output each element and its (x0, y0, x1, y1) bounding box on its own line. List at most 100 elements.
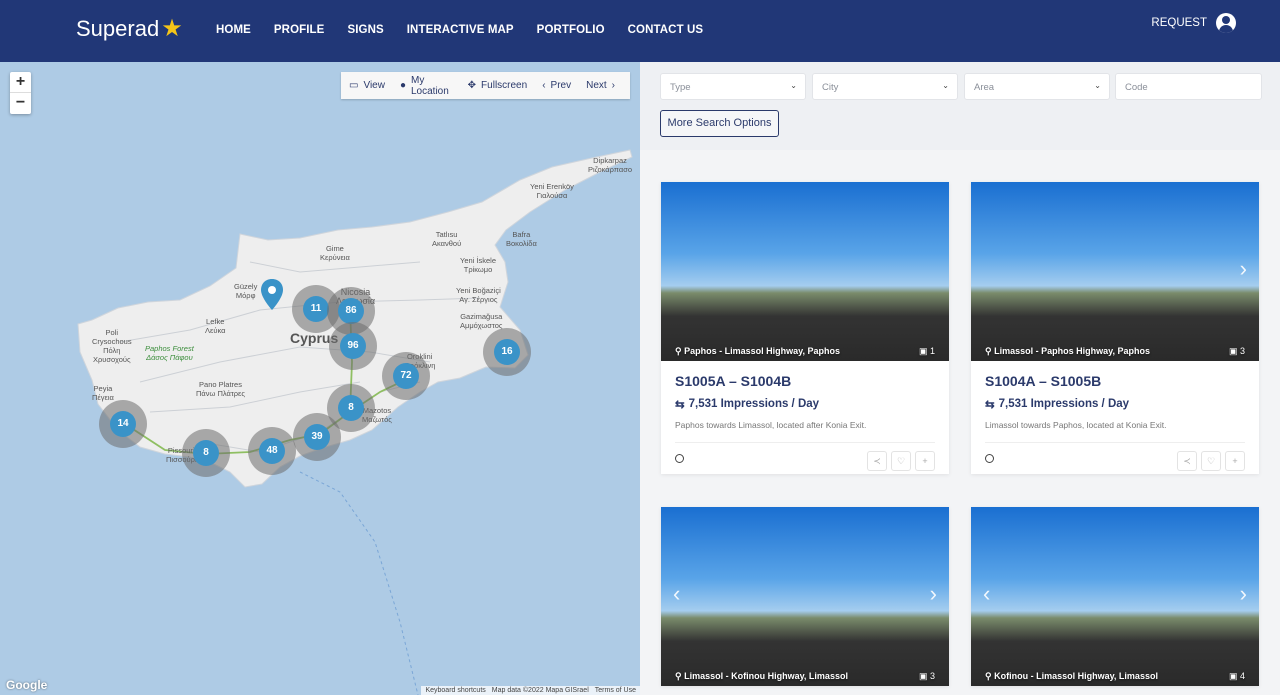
label-paphos-forest: Paphos Forest Δάσος Πάφου (145, 344, 194, 362)
sign-card[interactable]: ⚲ Paphos - Limassol Highway, Paphos ▣ 1 … (661, 182, 949, 474)
chevron-right-icon[interactable]: › (1240, 256, 1247, 282)
location-caption: ⚲ Paphos - Limassol Highway, Paphos (675, 346, 840, 356)
nav-signs[interactable]: SIGNS (347, 24, 383, 36)
map-cluster[interactable]: 72 (382, 352, 430, 400)
terms-link[interactable]: Terms of Use (595, 687, 636, 694)
google-logo: Google (6, 678, 48, 692)
keyboard-shortcuts-link[interactable]: Keyboard shortcuts (425, 687, 485, 694)
impressions: ⇆ 7,531 Impressions / Day (985, 398, 1130, 411)
photo-count: ▣ 3 (1228, 346, 1245, 356)
sign-title[interactable]: S1005A – S1004B (675, 373, 935, 389)
request-link[interactable]: REQUEST (1151, 13, 1236, 33)
area-select[interactable]: Area ⌄ (964, 73, 1110, 100)
map-cluster[interactable]: 14 (99, 400, 147, 448)
map-cluster[interactable]: 96 (329, 322, 377, 370)
main-nav: HOME PROFILE SIGNS INTERACTIVE MAP PORTF… (216, 24, 726, 36)
share-icon[interactable]: ≺ (867, 451, 887, 471)
code-input[interactable]: Code (1115, 73, 1262, 100)
label-tatlisu: Tatlısu Ακανθού (432, 230, 462, 248)
map-footer: Keyboard shortcuts Map data ©2022 Mapa G… (421, 686, 640, 695)
user-circle-icon (675, 454, 684, 463)
next-label: Next (586, 80, 607, 91)
sign-description: Limassol towards Paphos, located at Koni… (985, 420, 1167, 430)
nav-home[interactable]: HOME (216, 24, 251, 36)
city-select[interactable]: City ⌄ (812, 73, 958, 100)
chevron-down-icon: ⌄ (790, 81, 797, 90)
sign-photo[interactable]: › ⚲ Limassol - Paphos Highway, Paphos ▣ … (971, 182, 1259, 361)
arrows-icon: ✥ (467, 80, 477, 91)
label-dipkarpaz: Dipkarpaz Ριζοκάρπασο (588, 156, 633, 174)
label-yeni-erenkoy: Yeni Erenköy Γιαλούσα (530, 182, 574, 200)
chevron-down-icon: ⌄ (1094, 81, 1101, 90)
plus-icon[interactable]: + (915, 451, 935, 471)
fullscreen-button[interactable]: ✥ Fullscreen (468, 80, 528, 91)
zoom-out-button[interactable]: − (10, 93, 31, 114)
star-icon: ★ (161, 15, 183, 42)
sign-card[interactable]: ‹ › ⚲ Limassol - Kofinou Highway, Limass… (661, 507, 949, 686)
location-caption: ⚲ Limassol - Kofinou Highway, Limassol (675, 671, 848, 681)
card-footer: ≺ ♡ + (675, 442, 935, 474)
prev-label: Prev (550, 80, 572, 91)
chevron-left-icon[interactable]: ‹ (983, 581, 990, 607)
request-label: REQUEST (1151, 17, 1207, 29)
sign-photo[interactable]: ‹ › ⚲ Limassol - Kofinou Highway, Limass… (661, 507, 949, 686)
site-header: Superad ★ HOME PROFILE SIGNS INTERACTIVE… (0, 0, 1280, 62)
nav-portfolio[interactable]: PORTFOLIO (537, 24, 605, 36)
photo-count: ▣ 3 (918, 671, 935, 681)
label-peyia: Peyia Πέγεια (92, 384, 114, 402)
chevron-right-icon[interactable]: › (930, 581, 937, 607)
view-label: View (363, 80, 385, 91)
map-data-text: Map data ©2022 Mapa GISrael (491, 687, 589, 694)
sign-title[interactable]: S1004A – S1005B (985, 373, 1245, 389)
city-placeholder: City (822, 82, 839, 93)
next-button[interactable]: Next › (586, 80, 615, 91)
map-marker-icon: ● (399, 80, 406, 91)
sign-card[interactable]: › ⚲ Limassol - Paphos Highway, Paphos ▣ … (971, 182, 1259, 474)
label-yeni-iskele: Yeni İskele Τρίκωμο (460, 256, 496, 274)
user-icon[interactable] (1216, 13, 1236, 33)
logo-text: Superad (76, 16, 160, 41)
zoom-in-button[interactable]: + (10, 72, 31, 93)
label-gime: Gime Κερύνεια (320, 244, 350, 262)
my-location-button[interactable]: ● My Location (400, 75, 453, 97)
chevron-left-icon[interactable]: ‹ (673, 581, 680, 607)
search-filters: Type ⌄ City ⌄ Area ⌄ Code More Search Op… (640, 62, 1280, 150)
map-cluster[interactable]: 39 (293, 413, 341, 461)
sign-photo[interactable]: ⚲ Paphos - Limassol Highway, Paphos ▣ 1 (661, 182, 949, 361)
type-placeholder: Type (670, 82, 691, 93)
nav-contact-us[interactable]: CONTACT US (628, 24, 704, 36)
code-placeholder: Code (1125, 82, 1148, 93)
exchange-icon: ⇆ (985, 399, 995, 411)
location-pin-icon[interactable] (260, 278, 284, 312)
image-icon: ▭ (349, 80, 359, 91)
share-icon[interactable]: ≺ (1177, 451, 1197, 471)
sign-card[interactable]: ‹ › ⚲ Kofinou - Limassol Highway, Limass… (971, 507, 1259, 686)
plus-icon[interactable]: + (1225, 451, 1245, 471)
sign-photo[interactable]: ‹ › ⚲ Kofinou - Limassol Highway, Limass… (971, 507, 1259, 686)
more-search-options-button[interactable]: More Search Options (660, 110, 779, 137)
nav-interactive-map[interactable]: INTERACTIVE MAP (407, 24, 514, 36)
location-caption: ⚲ Kofinou - Limassol Highway, Limassol (985, 671, 1158, 681)
prev-button[interactable]: ‹ Prev (542, 80, 571, 91)
map-cluster[interactable]: 8 (182, 429, 230, 477)
map-cluster[interactable]: 16 (483, 328, 531, 376)
heart-icon[interactable]: ♡ (1201, 451, 1221, 471)
label-poli: Poli Crysochous Πόλη Χρυσοχούς (92, 328, 132, 364)
chevron-down-icon: ⌄ (942, 81, 949, 90)
label-gazimagusa: Gazimağusa Αμμόχωστος (460, 312, 503, 330)
ferry-route (299, 471, 419, 695)
logo[interactable]: Superad ★ (76, 16, 183, 42)
interactive-map[interactable]: Dipkarpaz Ριζοκάρπασο Yeni Erenköy Γιαλούσ… (0, 62, 640, 695)
map-canvas (77, 149, 633, 695)
map-cluster[interactable]: 48 (248, 427, 296, 475)
type-select[interactable]: Type ⌄ (660, 73, 806, 100)
chevron-right-icon: › (611, 80, 615, 91)
zoom-control: + − (10, 72, 31, 114)
label-yeni-bogazici: Yeni Boğaziçi Αγ. Σέργιος (456, 286, 501, 304)
view-button[interactable]: ▭ View (349, 80, 385, 91)
photo-count: ▣ 4 (1228, 671, 1245, 681)
nav-profile[interactable]: PROFILE (274, 24, 325, 36)
heart-icon[interactable]: ♡ (891, 451, 911, 471)
chevron-right-icon[interactable]: › (1240, 581, 1247, 607)
label-bafra: Bafra Βοκολίδα (506, 230, 537, 248)
